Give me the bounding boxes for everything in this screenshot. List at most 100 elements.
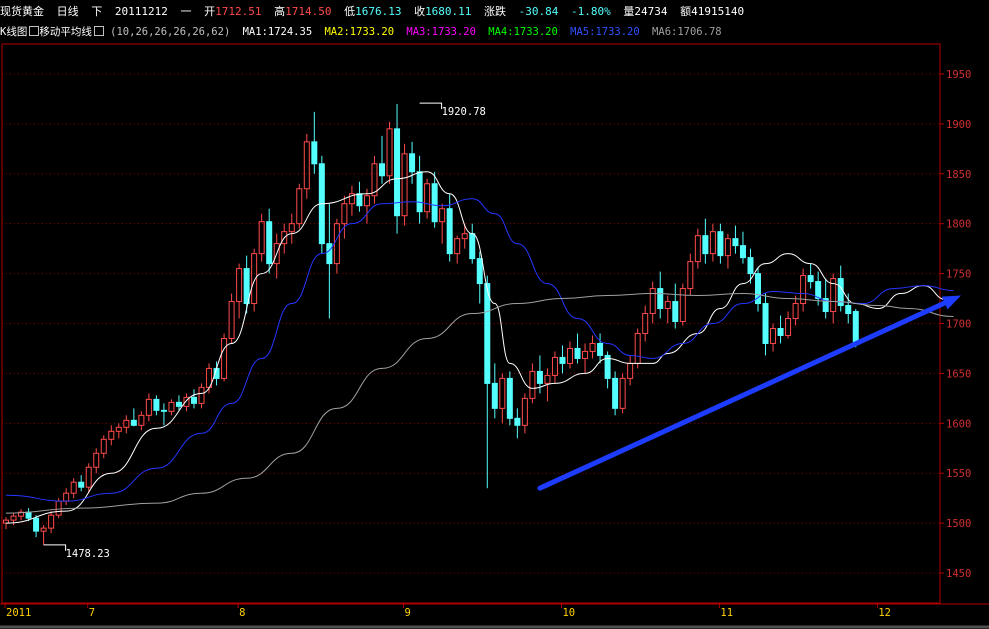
candle — [70, 478, 77, 499]
candle-body — [303, 141, 310, 190]
candle-body — [672, 301, 679, 323]
candlestick-chart[interactable]: 1450 1500 1550 1600 1650 1700 1750 1800 1850 1900… — [0, 0, 989, 629]
candle-body — [634, 332, 641, 364]
candle — [273, 233, 280, 279]
candle — [559, 345, 566, 374]
candle — [469, 223, 476, 264]
candle — [341, 195, 348, 239]
candle — [582, 343, 589, 374]
candle — [191, 389, 197, 409]
candle-body — [198, 386, 205, 404]
candle — [168, 399, 175, 416]
candle-body — [424, 183, 431, 213]
ma6-line — [5, 293, 954, 514]
candle — [236, 263, 243, 319]
candle-body — [589, 342, 596, 352]
candle-body — [612, 377, 619, 409]
ma5-line — [5, 198, 954, 502]
candle — [634, 328, 641, 369]
trendline-shaft — [537, 300, 948, 491]
candle — [258, 213, 265, 262]
candle-body — [536, 370, 543, 384]
candle — [145, 393, 152, 422]
candle — [371, 155, 378, 204]
candle-body — [78, 481, 85, 488]
candle — [709, 223, 716, 262]
candle-body — [657, 288, 664, 310]
candle — [785, 311, 792, 339]
candle-body — [401, 153, 408, 217]
candle-body — [597, 342, 604, 356]
candle — [288, 213, 295, 244]
candle — [439, 203, 446, 244]
candle-body — [792, 303, 799, 320]
candle — [48, 511, 55, 534]
candle — [822, 278, 829, 319]
candle — [724, 233, 731, 269]
date-tick-label: 11 — [720, 607, 733, 619]
candle — [762, 293, 769, 356]
candle-body — [70, 481, 77, 494]
candle-body — [85, 466, 92, 488]
candle-body — [10, 515, 17, 521]
candle-body — [138, 414, 145, 426]
price-tick-label: 1550 — [946, 468, 971, 480]
annotation-label: 1478.23 — [66, 548, 110, 560]
candle — [115, 423, 122, 439]
price-tick-label: 1950 — [946, 69, 971, 81]
price-axis: 1450 1500 1550 1600 1650 1700 1750 1800 1850 1900… — [940, 69, 971, 580]
candle — [228, 293, 235, 344]
candle-body — [153, 398, 160, 411]
candle — [777, 315, 784, 344]
candle-body — [484, 283, 491, 384]
candle — [747, 248, 754, 284]
candle-body — [785, 318, 792, 336]
candle — [266, 208, 273, 274]
candle-body — [559, 356, 566, 364]
candle — [506, 371, 513, 426]
candle — [499, 373, 506, 424]
candle-body — [63, 492, 70, 502]
candle-body — [717, 231, 724, 257]
candle-body — [777, 327, 784, 336]
candle-body — [33, 517, 40, 532]
candle-body — [191, 396, 197, 404]
date-tick-label: 8 — [239, 607, 245, 619]
candle-body — [724, 238, 731, 257]
candle — [755, 267, 761, 312]
candle-body — [356, 193, 363, 207]
candle-body — [266, 221, 273, 265]
candle — [845, 293, 852, 324]
candle-body — [627, 362, 634, 379]
candle — [431, 171, 438, 228]
trendline — [537, 295, 962, 491]
candle — [123, 415, 130, 434]
price-tick-label: 1800 — [946, 219, 971, 231]
candle — [33, 515, 40, 538]
candle — [401, 143, 408, 226]
candle-body — [48, 514, 55, 529]
candle-body — [732, 238, 739, 247]
date-tick-label: 7 — [89, 607, 95, 619]
candle — [243, 255, 250, 314]
candle — [160, 403, 167, 426]
annotation-label: 1920.78 — [442, 106, 486, 118]
candle-body — [702, 235, 709, 255]
candle-body — [807, 275, 814, 283]
date-tick-label: 12 — [878, 607, 891, 619]
candle-body — [619, 377, 626, 409]
candle — [830, 273, 837, 324]
candle-body — [649, 288, 656, 315]
trendline-arrowhead — [941, 295, 962, 310]
candle — [732, 225, 739, 254]
candle-body — [258, 221, 265, 255]
candle-body — [115, 426, 122, 432]
candle-body — [333, 223, 340, 265]
candle — [100, 435, 107, 459]
candle-body — [386, 128, 393, 177]
candle — [807, 263, 814, 289]
candle-body — [236, 268, 243, 303]
candle-body — [845, 305, 852, 315]
candle-body — [679, 288, 686, 323]
candle — [461, 223, 468, 249]
